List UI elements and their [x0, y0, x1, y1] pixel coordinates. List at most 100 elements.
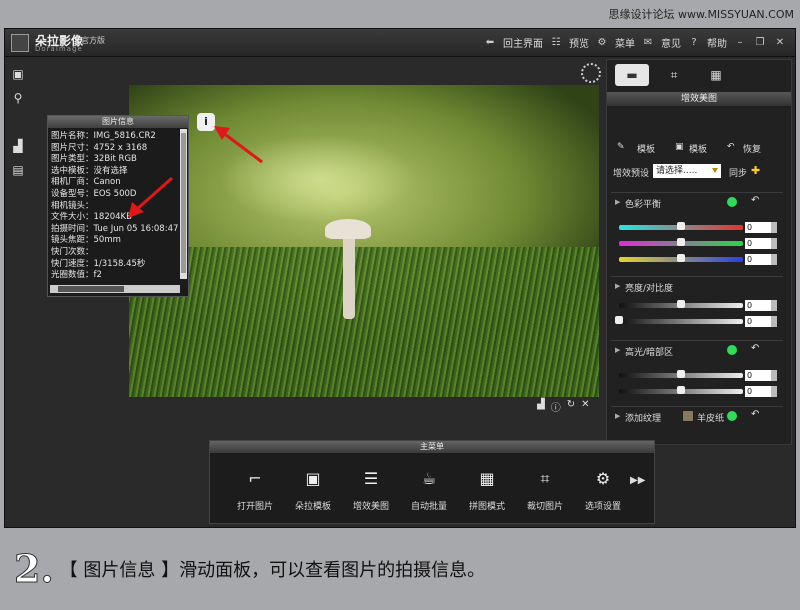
enhance-panel: ▬ ⌗ ▦ 增效美图 ✎ 模板 ▣ 模板 ↶ 恢复 增效预设 请选择..... … [606, 59, 792, 445]
toggle-on-icon[interactable] [727, 197, 737, 207]
nav-help-button[interactable]: 帮助 [707, 35, 727, 50]
value-field[interactable]: 0 [745, 300, 771, 311]
histogram-icon[interactable]: ▟ [537, 399, 545, 414]
slider-shadow[interactable] [619, 386, 743, 394]
restore-button[interactable]: 恢复 [743, 142, 761, 155]
nav-preview-button[interactable]: 预览 [569, 35, 589, 50]
close-icon[interactable]: ✕ [581, 399, 589, 414]
section-label: 高光/暗部区 [625, 348, 674, 358]
menu-settings[interactable]: ⚙ 选项设置 [574, 469, 632, 512]
menu-label: 朵拉模板 [294, 502, 331, 512]
info-vertical-scrollbar[interactable] [180, 129, 187, 279]
info-icon[interactable]: ⓘ [551, 399, 561, 414]
grid-icon: ▦ [479, 469, 495, 488]
preset-select-value: 请选择..... [656, 166, 698, 176]
info-row: 快门速度：1/3158.45秒 [51, 258, 146, 269]
step-caption: 2. 【 图片信息 】滑动面板，可以查看图片的拍摄信息。 [14, 546, 486, 592]
image-info-panel: 图片信息 图片名称：IMG_5816.CR2 图片尺寸：4752 x 3168 … [47, 115, 189, 297]
reset-icon[interactable]: ↶ [751, 409, 759, 420]
spinner[interactable] [771, 300, 777, 311]
value-field[interactable]: 0 [745, 238, 771, 249]
add-icon[interactable]: ✚ [751, 164, 760, 177]
rotate-icon[interactable]: ↻ [567, 399, 575, 414]
image-icon[interactable]: ▣ [9, 67, 27, 83]
left-toolbar: ▣ ⚲ ▟ ▤ [9, 65, 29, 187]
spinner[interactable] [771, 238, 777, 249]
nav-feedback-button[interactable]: 意见 [661, 35, 681, 50]
tab-grid-icon[interactable]: ▦ [699, 64, 733, 86]
info-horizontal-scrollbar[interactable] [50, 285, 180, 293]
step-text: 【 图片信息 】滑动面板，可以查看图片的拍摄信息。 [59, 560, 486, 581]
menu-open-image[interactable]: ⌐ 打开图片 [226, 469, 284, 512]
nav-menu-button[interactable]: 菜单 [615, 35, 635, 50]
sync-button[interactable]: 同步 [729, 166, 747, 179]
toggle-on-icon[interactable] [727, 411, 737, 421]
cup-icon: ☕ [421, 469, 437, 488]
value-field[interactable]: 0 [745, 222, 771, 233]
section-highlight-shadow: ▶ 高光/暗部区 ↶ 0 0 [611, 340, 783, 402]
menu-label: 拼图模式 [468, 502, 505, 512]
menu-enhance[interactable]: ☰ 增效美图 [342, 469, 400, 512]
spinner[interactable] [771, 254, 777, 265]
spinner[interactable] [771, 316, 777, 327]
tab-crop-icon[interactable]: ⌗ [657, 64, 691, 86]
value-field[interactable]: 0 [745, 370, 771, 381]
menu-collage[interactable]: ▦ 拼图模式 [458, 469, 516, 512]
template-button-2[interactable]: 模板 [689, 142, 707, 155]
menu-label: 选项设置 [584, 502, 621, 512]
expand-arrow-icon[interactable]: ▶ [615, 346, 620, 354]
maximize-icon[interactable]: ❐ [753, 37, 767, 48]
toggle-on-icon[interactable] [727, 345, 737, 355]
app-window: 朵拉影像 官方版 DoraImage ⬅ 回主界面 ☷ 预览 ⚙ 菜单 ✉ 意见… [4, 28, 796, 528]
info-row: 设备型号：EOS 500D [51, 188, 137, 199]
histogram-icon[interactable]: ▟ [9, 139, 27, 155]
info-row: 相机厂商：Canon [51, 177, 121, 188]
menu-templates[interactable]: ▣ 朵拉模板 [284, 469, 342, 512]
crop-icon: ⌗ [540, 469, 550, 488]
template-button-1[interactable]: 模板 [637, 142, 655, 155]
next-page-icon[interactable]: ▶▶ [630, 475, 645, 486]
info-toggle-button[interactable]: i [197, 113, 215, 131]
menu-crop[interactable]: ⌗ 裁切图片 [516, 469, 574, 512]
spinner[interactable] [771, 386, 777, 397]
expand-arrow-icon[interactable]: ▶ [615, 198, 620, 206]
gear-icon: ⚙ [595, 469, 611, 488]
slider-contrast[interactable] [615, 316, 743, 324]
menu-label: 裁切图片 [526, 502, 563, 512]
value-field[interactable]: 0 [745, 386, 771, 397]
step-number: 2. [14, 546, 55, 592]
main-photo [129, 85, 599, 397]
magnifier-icon[interactable]: ⚲ [9, 91, 27, 107]
panel-tabs: ▬ ⌗ ▦ [607, 60, 791, 90]
preset-select[interactable]: 请选择..... [653, 164, 721, 178]
slider-magenta-green[interactable] [619, 238, 743, 246]
spinner[interactable] [771, 222, 777, 233]
value-field[interactable]: 0 [745, 254, 771, 265]
preset-label: 增效预设 [613, 169, 650, 179]
menu-batch[interactable]: ☕ 自动批量 [400, 469, 458, 512]
info-row: 镜头焦距：50mm [51, 235, 121, 246]
slider-yellow-blue[interactable] [619, 254, 743, 262]
grass-area [129, 247, 599, 397]
slider-brightness[interactable] [619, 300, 743, 308]
texture-swatch[interactable] [683, 411, 693, 421]
minimize-icon[interactable]: – [733, 37, 747, 48]
info-row: 相机镜头： [51, 200, 94, 211]
spinner[interactable] [771, 370, 777, 381]
section-color-balance: ▶ 色彩平衡 ↶ 0 0 0 [611, 192, 783, 272]
value-field[interactable]: 0 [745, 316, 771, 327]
reset-icon[interactable]: ↶ [751, 195, 759, 206]
tab-enhance-icon[interactable]: ▬ [615, 64, 649, 86]
app-logo-icon [11, 34, 29, 52]
close-icon[interactable]: ✕ [773, 37, 787, 48]
nav-home-button[interactable]: 回主界面 [503, 35, 543, 50]
expand-arrow-icon[interactable]: ▶ [615, 282, 620, 290]
filmstrip-icon[interactable]: ▤ [9, 163, 27, 179]
info-row: 文件大小：18204KB [51, 212, 132, 223]
reset-icon[interactable]: ↶ [751, 343, 759, 354]
slider-highlight[interactable] [619, 370, 743, 378]
template-icon: ▣ [305, 469, 321, 488]
expand-arrow-icon[interactable]: ▶ [615, 412, 620, 420]
slider-cyan-red[interactable] [619, 222, 743, 230]
gear-icon: ⚙ [597, 37, 607, 48]
